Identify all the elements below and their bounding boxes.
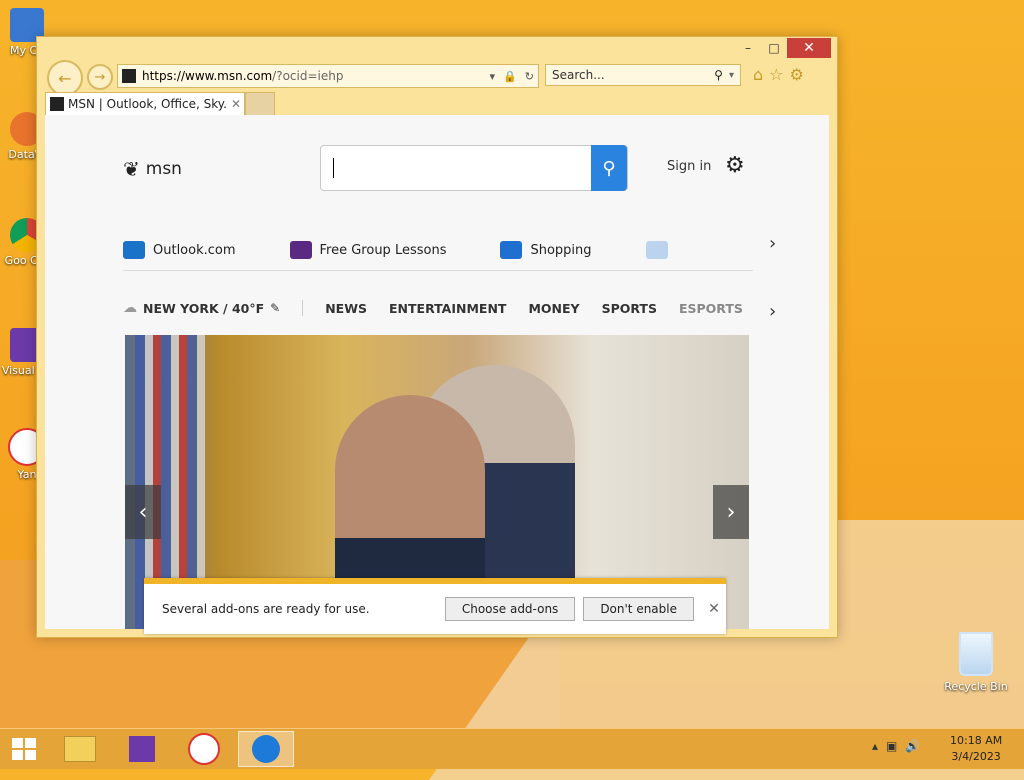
desktop-icon-recycle-bin[interactable]: Recycle Bin [940,632,1012,693]
quick-link-free-group-lessons[interactable]: Free Group Lessons [289,241,446,259]
taskbar-internet-explorer[interactable] [238,731,294,767]
dropdown-arrow-icon[interactable]: ▾ [490,70,496,83]
arrow-right-icon: → [94,69,106,85]
msn-butterfly-icon: ❦ [123,157,140,181]
visual-studio-icon [129,736,155,762]
lock-icon[interactable]: 🔒 [503,70,517,83]
separator [302,300,304,316]
divider [123,270,753,271]
windows-logo-icon [25,750,36,760]
network-icon[interactable]: ▣ [886,739,897,753]
close-button[interactable]: ✕ [787,38,831,58]
pencil-edit-icon[interactable]: ✎ [270,301,280,315]
settings-gear-icon[interactable]: ⚙ [790,65,804,84]
show-hidden-icons-icon[interactable]: ▴ [872,739,878,753]
search-icon[interactable]: ⚲ [714,68,723,82]
system-clock[interactable]: 10:18 AM 3/4/2023 [950,733,1002,765]
internet-explorer-icon [252,735,280,763]
shopping-cart-icon [500,241,523,259]
web-page: ❦ msn ⚲ Sign in ⚙ Outlook.com Free Group… [45,115,829,629]
close-notification-icon[interactable]: ✕ [702,601,726,617]
taskbar-file-explorer[interactable] [52,731,108,767]
address-bar[interactable]: https://www.msn.com/?ocid=iehp ▾ 🔒 ↻ [117,64,539,88]
nav-esports[interactable]: ESPORTS [679,301,743,316]
settings-gear-icon[interactable]: ⚙ [725,153,745,178]
refresh-icon[interactable]: ↻ [525,70,534,83]
chevron-left-icon: ‹ [138,499,148,525]
taskbar: ▴ ▣ 🔊 10:18 AM 3/4/2023 [0,728,1024,769]
category-next-arrow[interactable]: › [769,301,776,322]
msn-favicon-icon [50,97,64,111]
address-url[interactable]: https://www.msn.com/?ocid=iehp [142,69,486,83]
carousel-next-button[interactable]: › [713,485,749,539]
start-button[interactable] [12,738,36,760]
forward-button[interactable]: → [87,64,113,90]
quick-link-shopping[interactable]: Shopping [500,241,592,259]
outlook-icon [123,241,145,259]
choose-addons-button[interactable]: Choose add-ons [444,597,576,621]
msn-search-input[interactable] [320,145,628,191]
nav-sports[interactable]: SPORTS [602,301,657,316]
chevron-right-icon: › [726,499,736,525]
msn-logo[interactable]: ❦ msn [123,157,182,181]
browser-toolbar: ⌂ ☆ ⚙ [753,65,804,84]
weather-widget[interactable]: ☁ NEW YORK / 40°F ✎ [123,300,280,316]
home-icon[interactable]: ⌂ [753,65,763,84]
file-explorer-icon [64,736,96,762]
browser-window: – □ ✕ ← → https://www.msn.com/?ocid=iehp… [36,36,838,638]
favorites-star-icon[interactable]: ☆ [769,65,783,84]
nav-news[interactable]: NEWS [325,301,367,316]
msn-favicon-icon [122,69,136,83]
graduation-cap-icon [289,241,312,259]
quick-link-outlook[interactable]: Outlook.com [123,241,236,259]
maximize-button[interactable]: □ [761,38,787,58]
browser-search-box[interactable]: Search... ⚲ ▾ [545,64,741,86]
car-icon [645,241,668,259]
arrow-left-icon: ← [58,68,72,88]
recycle-bin-icon [959,632,993,676]
yandex-browser-icon [188,733,220,765]
windows-logo-icon [12,738,23,748]
search-dropdown-icon[interactable]: ▾ [729,70,734,81]
cloud-icon: ☁ [123,300,137,316]
minimize-button[interactable]: – [735,38,761,58]
windows-logo-icon [25,738,36,748]
category-nav: ☁ NEW YORK / 40°F ✎ NEWS ENTERTAINMENT M… [123,297,763,319]
quick-link-cars[interactable] [645,241,668,259]
nav-entertainment[interactable]: ENTERTAINMENT [389,301,506,316]
quick-links-next-arrow[interactable]: › [769,233,776,254]
tab-msn[interactable]: MSN | Outlook, Office, Sky... ✕ [45,92,245,116]
msn-search-button[interactable]: ⚲ [591,145,627,191]
taskbar-yandex[interactable] [176,731,232,767]
search-icon: ⚲ [602,157,616,179]
new-tab-button[interactable] [245,92,275,116]
carousel-prev-button[interactable]: ‹ [125,485,161,539]
nav-money[interactable]: MONEY [528,301,579,316]
windows-logo-icon [12,750,23,760]
sign-in-link[interactable]: Sign in [667,159,711,174]
dont-enable-button[interactable]: Don't enable [583,597,694,621]
addons-notification-bar: Several add-ons are ready for use. Choos… [144,578,726,634]
text-caret [333,158,334,178]
back-button[interactable]: ← [47,60,83,96]
close-tab-icon[interactable]: ✕ [228,97,244,111]
window-controls: – □ ✕ [735,38,831,58]
volume-icon[interactable]: 🔊 [905,739,920,753]
quick-links: Outlook.com Free Group Lessons Shopping [123,233,759,267]
system-tray: ▴ ▣ 🔊 [872,739,920,753]
taskbar-visual-studio[interactable] [114,731,170,767]
